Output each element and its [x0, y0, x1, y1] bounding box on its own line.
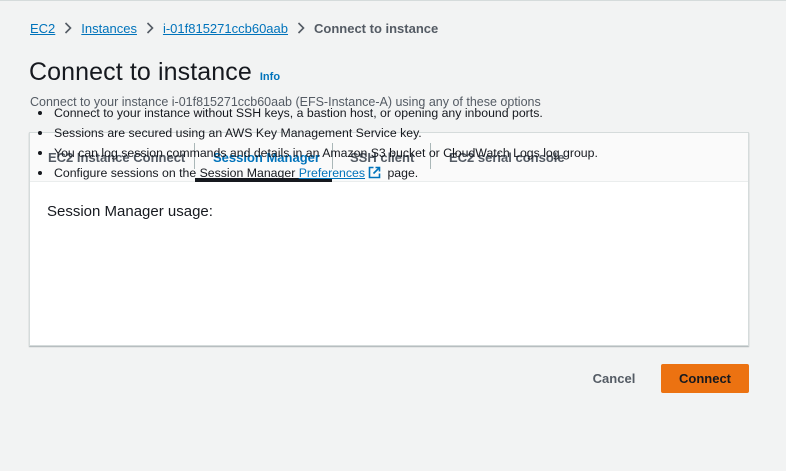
breadcrumb-current: Connect to instance — [314, 20, 439, 36]
cancel-button[interactable]: Cancel — [580, 364, 648, 392]
preferences-link[interactable]: Preferences — [299, 166, 365, 180]
breadcrumb-instance-id-link[interactable]: i-01f815271ccb60aab — [163, 21, 288, 36]
top-border — [0, 0, 786, 1]
list-item-text-suffix: page. — [384, 166, 419, 180]
chevron-right-icon — [55, 22, 81, 34]
bullet-dot — [38, 171, 42, 175]
page-title: Connect to instance — [29, 58, 252, 86]
chevron-right-icon — [137, 22, 163, 34]
list-item: You can log session commands and details… — [36, 143, 696, 163]
list-item-text: Sessions are secured using an AWS Key Ma… — [54, 126, 422, 140]
bullet-dot — [38, 131, 42, 135]
external-link-icon[interactable] — [368, 165, 381, 185]
connect-button[interactable]: Connect — [661, 364, 749, 393]
breadcrumb: EC2 Instances i-01f815271ccb60aab Connec… — [30, 20, 438, 36]
list-item-text: Configure sessions on the Session Manage… — [54, 166, 299, 180]
list-item: Sessions are secured using an AWS Key Ma… — [36, 123, 696, 143]
list-item-text: You can log session commands and details… — [54, 146, 598, 160]
session-manager-content: Session Manager usage: — [47, 203, 213, 220]
bullet-dot — [38, 111, 42, 115]
usage-list: Connect to your instance without SSH key… — [36, 103, 696, 185]
list-item-text: Connect to your instance without SSH key… — [54, 106, 543, 120]
list-item: Connect to your instance without SSH key… — [36, 103, 696, 123]
page-header: Connect to instance Info — [29, 58, 280, 87]
breadcrumb-ec2-link[interactable]: EC2 — [30, 21, 55, 36]
breadcrumb-instances-link[interactable]: Instances — [81, 21, 137, 36]
session-manager-usage-heading: Session Manager usage: — [47, 203, 213, 220]
info-link[interactable]: Info — [260, 71, 280, 83]
list-item: Configure sessions on the Session Manage… — [36, 163, 696, 185]
bullet-dot — [38, 151, 42, 155]
chevron-right-icon — [288, 22, 314, 34]
